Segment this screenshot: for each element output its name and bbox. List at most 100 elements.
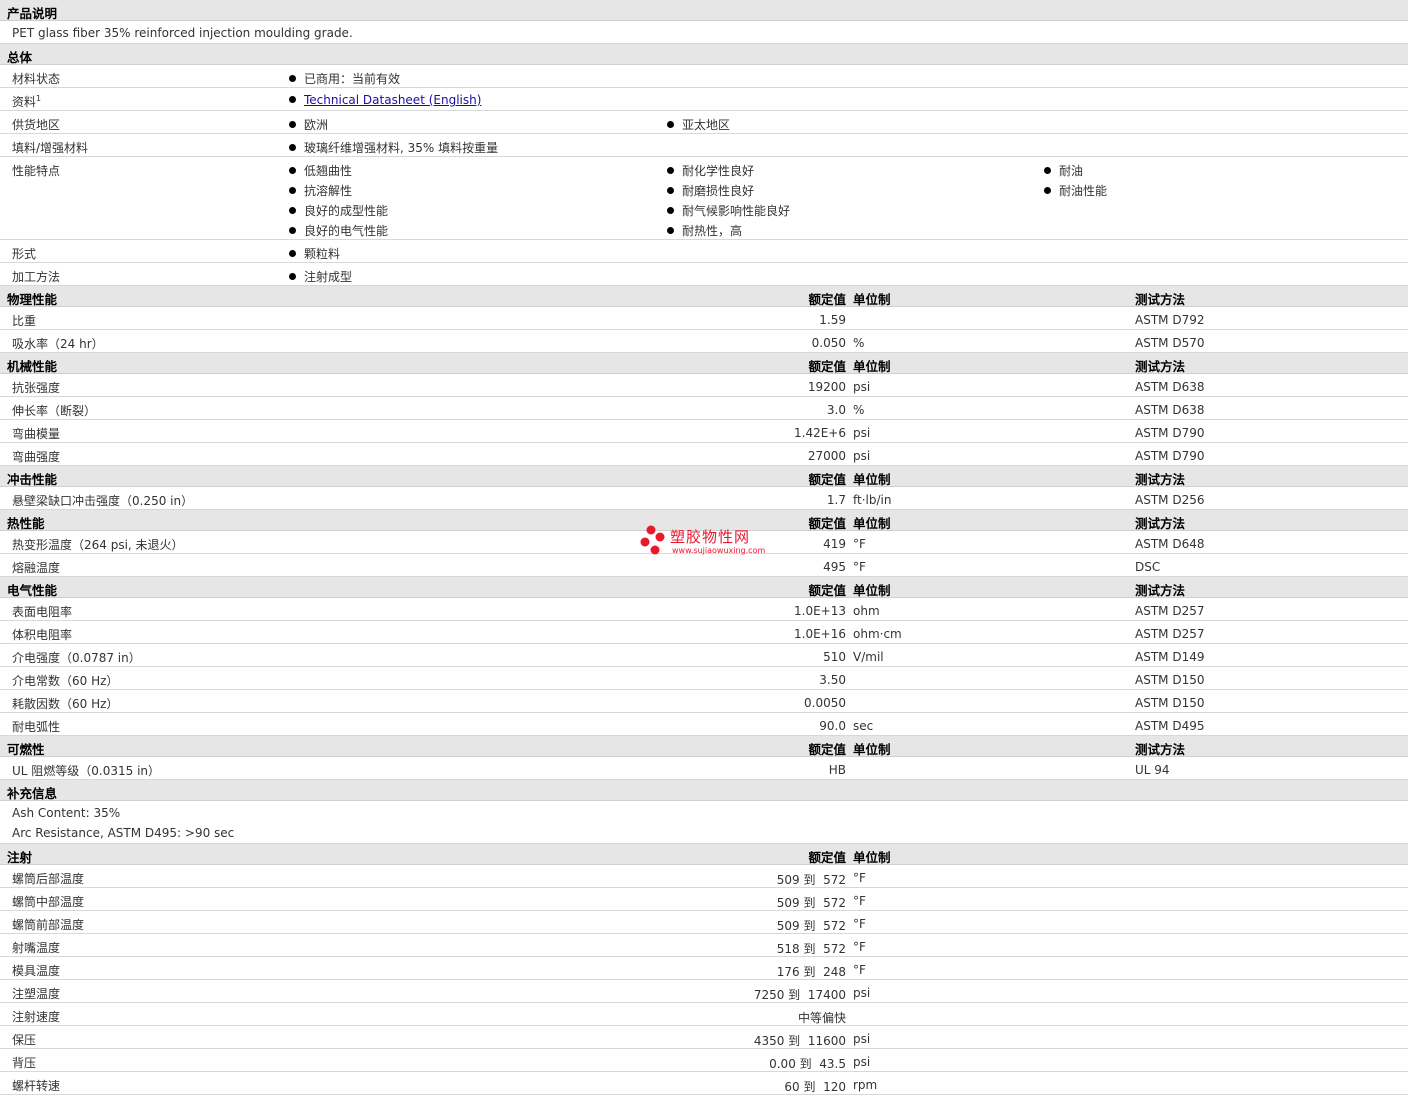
general-label-text: 性能特点 (12, 164, 61, 178)
general-label-text: 资料 (12, 95, 37, 109)
section-title: 可燃性 (7, 742, 45, 757)
supplement-line: Ash Content: 35% (12, 806, 121, 820)
injection-row: 模具温度 176 到 248 °F (0, 957, 1408, 980)
header-value: 额定值 (808, 472, 846, 487)
header-method: 测试方法 (1135, 292, 1186, 307)
bullet-icon (667, 167, 674, 174)
injection-value: 509 到 572 (776, 873, 846, 887)
property-row: 耐电弧性 90.0 sec ASTM D495 (0, 713, 1408, 736)
header-value: 额定值 (808, 850, 846, 865)
property-label: 弯曲模量 (12, 427, 61, 441)
injection-value: 60 到 120 (784, 1080, 846, 1094)
datasheet-link[interactable]: Technical Datasheet (English) (304, 93, 481, 107)
property-method: UL 94 (1135, 763, 1170, 777)
header-method: 测试方法 (1135, 583, 1186, 598)
property-method: ASTM D257 (1135, 627, 1205, 641)
general-bullet-item: 亚太地区 (667, 116, 730, 133)
property-value: 3.50 (819, 673, 846, 687)
property-row: 介电常数（60 Hz） 3.50 ASTM D150 (0, 667, 1408, 690)
bullet-icon (289, 144, 296, 151)
injection-unit: psi (853, 1032, 871, 1046)
property-row: UL 阻燃等级（0.0315 in） HB UL 94 (0, 757, 1408, 780)
injection-row: 注射速度 中等偏快 (0, 1003, 1408, 1026)
property-unit: ft·lb/in (853, 493, 892, 507)
section-properties: 物理性能 额定值 单位制 测试方法 (0, 286, 1408, 307)
general-row: 形式 颗粒料 (0, 240, 1408, 263)
general-label-text: 供货地区 (12, 118, 61, 132)
injection-value: 176 到 248 (776, 965, 846, 979)
injection-unit: rpm (853, 1078, 878, 1092)
injection-value: 中等偏快 (797, 1011, 846, 1025)
bullet-icon (667, 121, 674, 128)
injection-row: 背压 0.00 到 43.5 psi (0, 1049, 1408, 1072)
bullet-text: 耐油 (1059, 164, 1084, 178)
injection-unit: psi (853, 986, 871, 1000)
property-label: UL 阻燃等级（0.0315 in） (12, 764, 161, 778)
watermark-url: www.sujiaowuxing.com (672, 546, 766, 555)
property-unit: °F (853, 537, 866, 551)
section-description: 产品说明 (0, 0, 1408, 21)
general-label: 形式 (12, 245, 36, 262)
general-row: 加工方法 注射成型 (0, 263, 1408, 286)
general-label: 性能特点 (12, 162, 60, 179)
header-method: 测试方法 (1135, 359, 1186, 374)
general-label: 填料/增强材料 (12, 139, 88, 156)
injection-unit: °F (853, 940, 866, 954)
injection-label: 注射速度 (12, 1010, 61, 1024)
general-row: 填料/增强材料 玻璃纤维增强材料, 35% 填料按重量 (0, 134, 1408, 157)
property-label: 介电强度（0.0787 in） (12, 651, 141, 665)
injection-value: 509 到 572 (776, 919, 846, 933)
property-label: 比重 (12, 314, 37, 328)
section-title: 注射 (7, 850, 33, 865)
property-label: 体积电阻率 (12, 628, 73, 642)
property-value: 0.050 (811, 336, 846, 350)
general-label-text: 填料/增强材料 (12, 141, 89, 155)
property-method: ASTM D570 (1135, 336, 1205, 350)
general-label-text: 加工方法 (12, 270, 61, 284)
bullet-text: 注射成型 (304, 270, 353, 284)
property-method: DSC (1135, 560, 1161, 574)
property-row: 弯曲模量 1.42E+6 psi ASTM D790 (0, 420, 1408, 443)
property-value: 3.0 (826, 403, 846, 417)
property-value: 1.0E+13 (794, 604, 846, 618)
property-label: 吸水率（24 hr） (12, 337, 104, 351)
section-title: 热性能 (7, 516, 45, 531)
general-bullet-item: 耐气候影响性能良好 (667, 202, 790, 219)
bullet-text: 抗溶解性 (304, 184, 353, 198)
bullet-text: 耐热性，高 (682, 224, 743, 238)
section-properties: 冲击性能 额定值 单位制 测试方法 (0, 466, 1408, 487)
property-unit: psi (853, 426, 871, 440)
property-label: 介电常数（60 Hz） (12, 674, 119, 688)
section-general: 总体 (0, 44, 1408, 65)
property-value: 1.59 (819, 313, 846, 327)
injection-unit: °F (853, 894, 866, 908)
section-title: 物理性能 (7, 292, 58, 307)
property-unit: V/mil (853, 650, 884, 664)
property-value: 510 (823, 650, 846, 664)
bullet-text: 良好的电气性能 (304, 224, 389, 238)
property-value: 90.0 (819, 719, 846, 733)
bullet-icon (289, 250, 296, 257)
section-title: 电气性能 (7, 583, 58, 598)
property-value: 27000 (807, 449, 846, 463)
header-unit: 单位制 (853, 516, 891, 531)
injection-unit: °F (853, 871, 866, 885)
property-method: ASTM D638 (1135, 403, 1205, 417)
supplement-line: Arc Resistance, ASTM D495: >90 sec (12, 826, 235, 840)
bullet-text: 亚太地区 (682, 118, 731, 132)
general-bullet-item: 耐热性，高 (667, 222, 742, 239)
injection-row: 螺筒前部温度 509 到 572 °F (0, 911, 1408, 934)
bullet-icon (1044, 187, 1051, 194)
bullet-text: 耐化学性良好 (682, 164, 755, 178)
general-row: 材料状态 已商用：当前有效 (0, 65, 1408, 88)
general-bullet-item: 低翘曲性 (289, 162, 352, 179)
property-method: ASTM D149 (1135, 650, 1205, 664)
section-supplement: 补充信息 (0, 780, 1408, 801)
property-row: 吸水率（24 hr） 0.050% ASTM D570 (0, 330, 1408, 353)
header-unit: 单位制 (853, 583, 891, 598)
property-row: 体积电阻率 1.0E+16 ohm·cm ASTM D257 (0, 621, 1408, 644)
general-bullet-item[interactable]: Technical Datasheet (English) (289, 93, 481, 107)
bullet-icon (289, 75, 296, 82)
property-label: 伸长率（断裂） (12, 404, 97, 418)
bullet-icon (289, 121, 296, 128)
